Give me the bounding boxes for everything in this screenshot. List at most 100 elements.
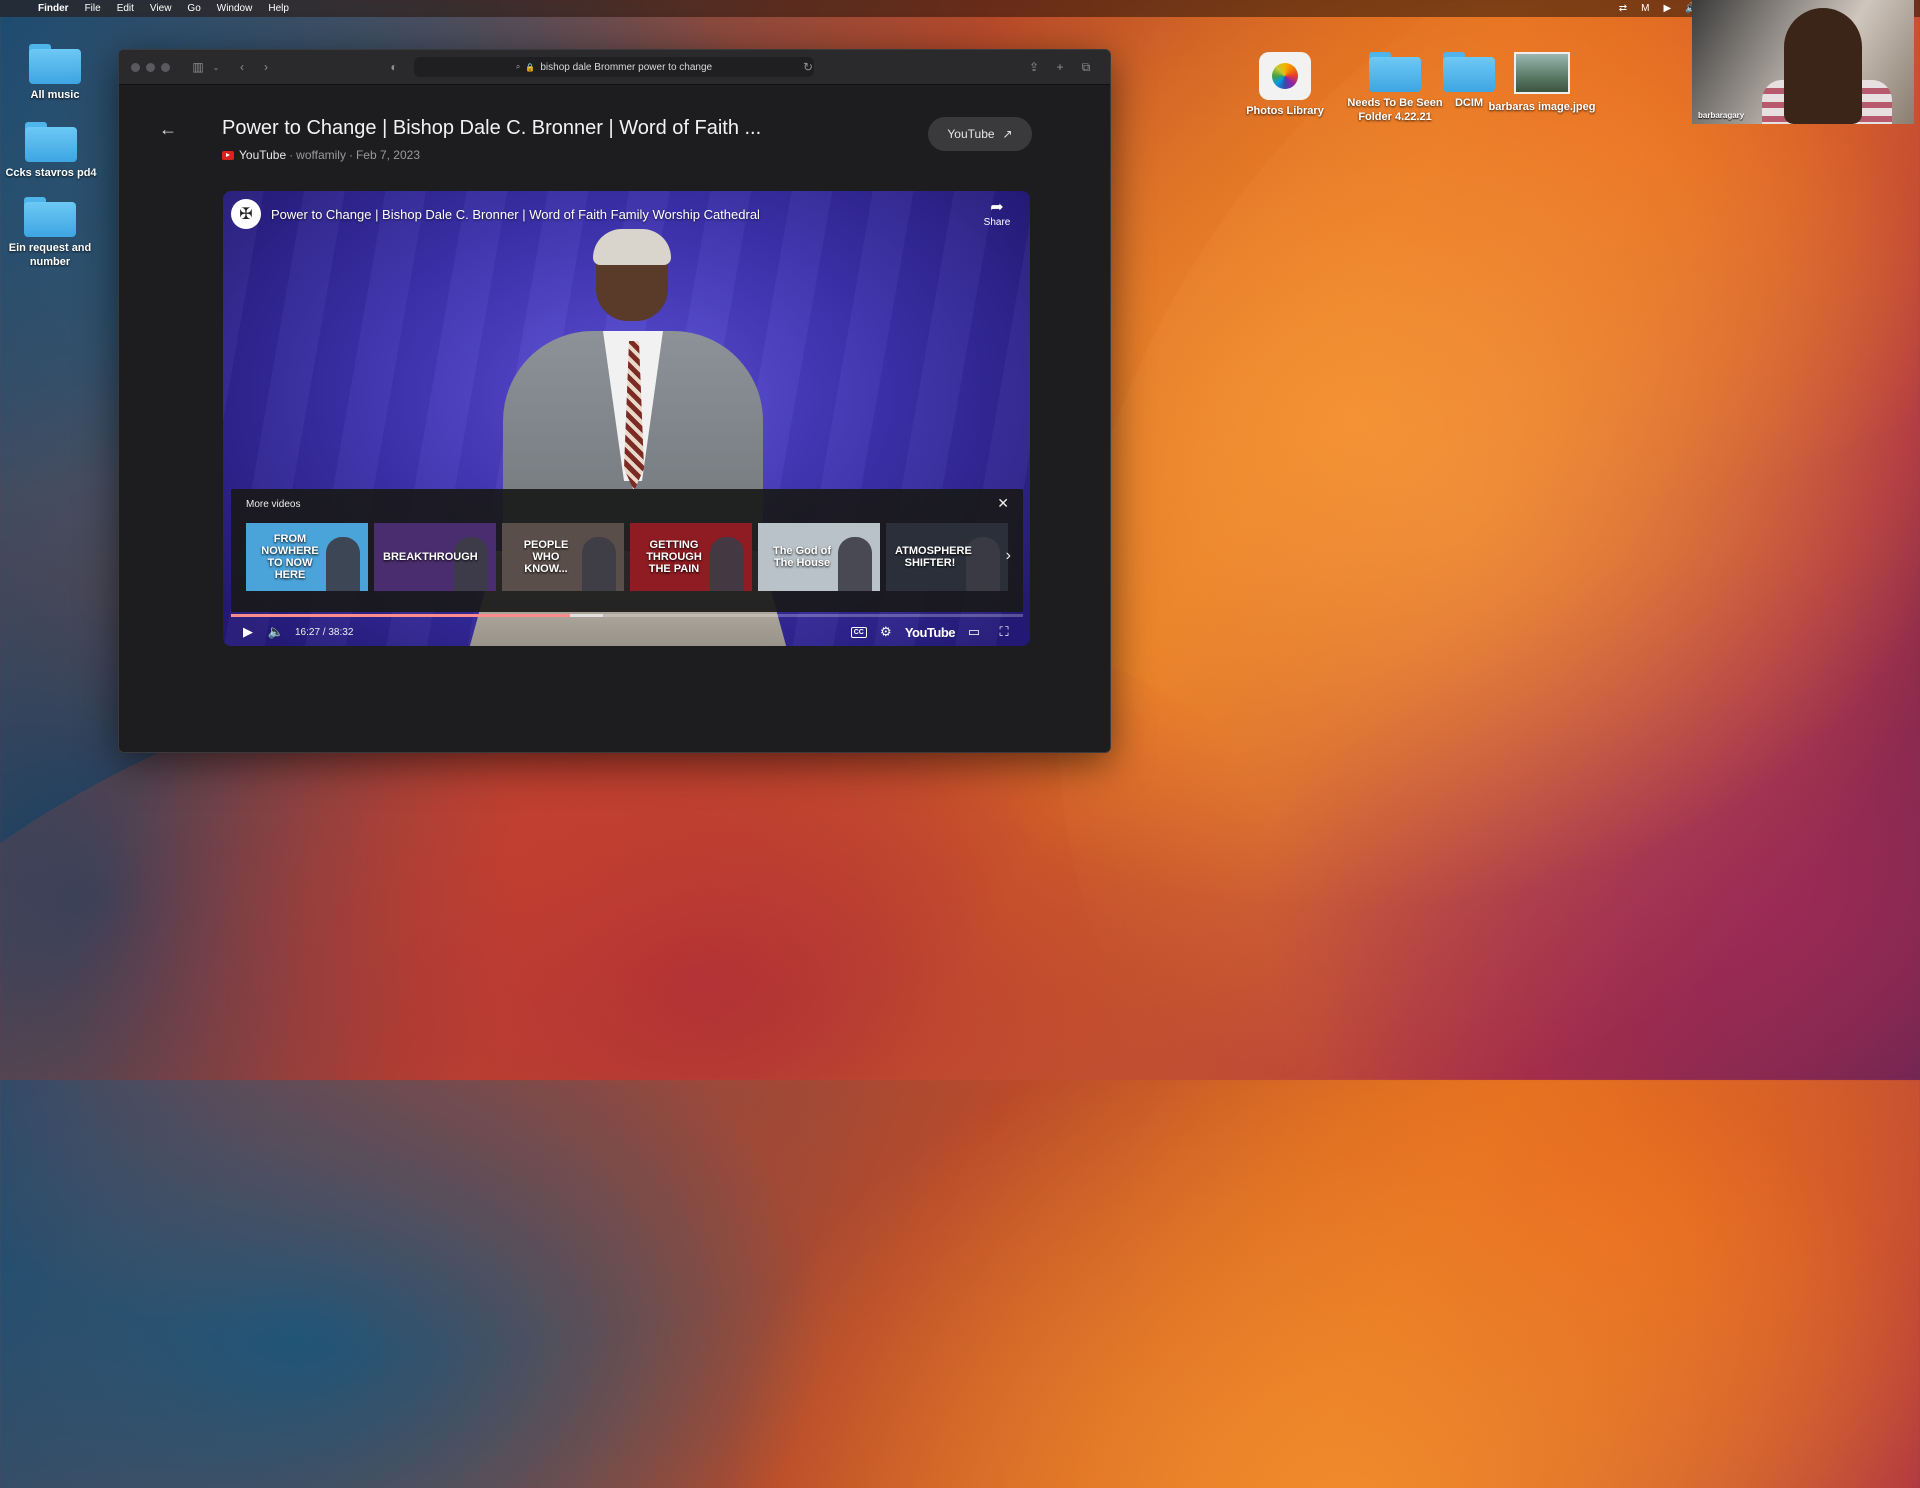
channel-name[interactable]: woffamily: [296, 148, 346, 162]
browser-window: ▥ ⌄ ‹ › ◐ ⌕ 🔒 bishop dale Brommer power …: [118, 49, 1111, 753]
thumbnail-figure: [454, 537, 488, 591]
forward-nav-icon[interactable]: ›: [257, 58, 275, 76]
thumbnail-figure: [838, 537, 872, 591]
privacy-shield-icon[interactable]: ◐: [385, 58, 403, 76]
back-nav-icon[interactable]: ‹: [233, 58, 251, 76]
lock-icon: 🔒: [525, 62, 536, 72]
desktop-item-barbaras-image[interactable]: barbaras image.jpeg: [1487, 52, 1597, 114]
screen-share-icon[interactable]: ⇄: [1619, 3, 1627, 14]
thumbnail-row: FROM NOWHERE TO NOW HERE BREAKTHROUGH PEOP…: [246, 523, 1008, 591]
captions-button[interactable]: CC: [850, 626, 867, 638]
open-in-youtube-label: YouTube: [947, 127, 995, 141]
video-thumbnail[interactable]: BREAKTHROUGH: [374, 523, 496, 591]
progress-buffered: [231, 614, 604, 617]
desktop-item-label: barbaras image.jpeg: [1488, 101, 1596, 113]
menu-edit[interactable]: Edit: [117, 3, 134, 14]
publish-date: Feb 7, 2023: [355, 148, 421, 162]
desktop-item-label: All music: [30, 89, 80, 101]
youtube-wordmark[interactable]: YouTube: [905, 625, 956, 640]
thumbnail-title: PEOPLE WHO KNOW...: [523, 539, 569, 575]
youtube-logo-icon: [222, 150, 234, 160]
mail-icon[interactable]: M: [1641, 3, 1649, 14]
search-icon: ⌕: [515, 62, 521, 71]
video-thumbnail[interactable]: The God of The House: [758, 523, 880, 591]
share-button[interactable]: ➦ Share: [982, 199, 1012, 228]
desktop-item-ccks-stavros[interactable]: Ccks stavros pd4: [0, 122, 106, 180]
player-controls: ▶ 🔈 16:27 / 38:32 CC ⚙ YouTube ▭ ⛶: [231, 619, 1023, 645]
volume-icon[interactable]: 🔈: [265, 621, 287, 643]
menu-window[interactable]: Window: [217, 3, 253, 14]
play-button[interactable]: ▶: [237, 621, 259, 643]
caller-video: [1784, 8, 1862, 124]
player-title-bar: ✠ Power to Change | Bishop Dale C. Bronn…: [231, 199, 1022, 229]
address-bar[interactable]: ⌕ 🔒 bishop dale Brommer power to change: [414, 57, 814, 77]
address-text: bishop dale Brommer power to change: [540, 61, 713, 73]
video-thumbnail[interactable]: GETTING THROUGH THE PAIN: [630, 523, 752, 591]
share-arrow-icon: ➦: [990, 199, 1004, 216]
window-controls: [131, 63, 170, 72]
zoom-window-button[interactable]: [161, 63, 170, 72]
thumbnail-title: GETTING THROUGH THE PAIN: [646, 539, 702, 575]
new-tab-icon[interactable]: +: [1051, 58, 1069, 76]
video-call-tile[interactable]: barbaragary: [1692, 0, 1914, 124]
video-thumbnail[interactable]: ATMOSPHERE SHIFTER!: [886, 523, 1008, 591]
chevron-right-icon[interactable]: ›: [1006, 547, 1011, 565]
video-thumbnail[interactable]: FROM NOWHERE TO NOW HERE: [246, 523, 368, 591]
desktop-item-label: Ein request and number: [8, 242, 92, 268]
folder-icon: [24, 197, 76, 237]
more-videos-title: More videos: [246, 499, 301, 510]
video-meta: YouTube · woffamily · Feb 7, 2023: [222, 148, 420, 162]
airplay-icon[interactable]: ▭: [963, 621, 985, 643]
fullscreen-icon[interactable]: ⛶: [993, 621, 1015, 643]
menu-go[interactable]: Go: [187, 3, 200, 14]
menu-file[interactable]: File: [85, 3, 101, 14]
source-label[interactable]: YouTube: [239, 148, 286, 162]
meta-separator: ·: [289, 148, 294, 162]
sidebar-toggle-icon[interactable]: ▥: [189, 58, 207, 76]
thumbnail-title: ATMOSPHERE SHIFTER!: [895, 545, 972, 569]
menu-help[interactable]: Help: [268, 3, 289, 14]
meta-separator: ·: [348, 148, 353, 162]
back-arrow-icon[interactable]: ←: [159, 119, 177, 140]
folder-icon: [29, 44, 81, 84]
menu-view[interactable]: View: [150, 3, 172, 14]
video-player[interactable]: ✠ Power to Change | Bishop Dale C. Bronn…: [223, 191, 1030, 646]
page-title: Power to Change | Bishop Dale C. Bronner…: [222, 117, 762, 139]
external-link-icon: ↗: [1002, 127, 1013, 141]
play-icon[interactable]: ▶: [1663, 3, 1671, 14]
desktop-item-photos-library[interactable]: Photos Library: [1230, 52, 1340, 118]
thumbnail-title: BREAKTHROUGH: [383, 551, 478, 563]
thumbnail-title: The God of The House: [772, 545, 832, 569]
video-title[interactable]: Power to Change | Bishop Dale C. Bronner…: [271, 207, 760, 222]
caller-name: barbaragary: [1698, 111, 1745, 120]
menu-bar: Finder File Edit View Go Window Help ⇄ M…: [0, 0, 1920, 17]
desktop-item-all-music[interactable]: All music: [0, 44, 110, 102]
share-label: Share: [983, 217, 1011, 228]
thumbnail-title: FROM NOWHERE TO NOW HERE: [261, 533, 319, 581]
tab-overview-icon[interactable]: ⧉: [1077, 58, 1095, 76]
settings-gear-icon[interactable]: ⚙: [875, 621, 897, 643]
open-in-youtube-button[interactable]: YouTube ↗: [928, 117, 1032, 151]
menu-finder[interactable]: Finder: [38, 3, 69, 14]
close-icon[interactable]: ✕: [997, 495, 1009, 512]
browser-toolbar: ▥ ⌄ ‹ › ◐ ⌕ 🔒 bishop dale Brommer power …: [119, 50, 1110, 85]
desktop-item-label: Photos Library: [1246, 105, 1324, 117]
channel-logo-icon[interactable]: ✠: [231, 199, 261, 229]
chevron-down-icon[interactable]: ⌄: [207, 58, 225, 76]
progress-bar[interactable]: [231, 614, 1023, 617]
desktop-item-ein-request[interactable]: Ein request and number: [0, 197, 105, 269]
video-thumbnail[interactable]: PEOPLE WHO KNOW...: [502, 523, 624, 591]
folder-icon: [25, 122, 77, 162]
photos-icon: [1259, 52, 1311, 100]
thumbnail-figure: [326, 537, 360, 591]
reload-icon[interactable]: ↻: [799, 58, 817, 76]
close-window-button[interactable]: [131, 63, 140, 72]
thumbnail-figure: [582, 537, 616, 591]
time-display: 16:27 / 38:32: [295, 626, 354, 638]
image-file-icon: [1514, 52, 1570, 94]
minimize-window-button[interactable]: [146, 63, 155, 72]
desktop-item-label: Ccks stavros pd4: [5, 167, 97, 179]
apple-menu-icon[interactable]: [14, 2, 28, 16]
thumbnail-figure: [710, 537, 744, 591]
share-icon[interactable]: ⇪: [1025, 58, 1043, 76]
